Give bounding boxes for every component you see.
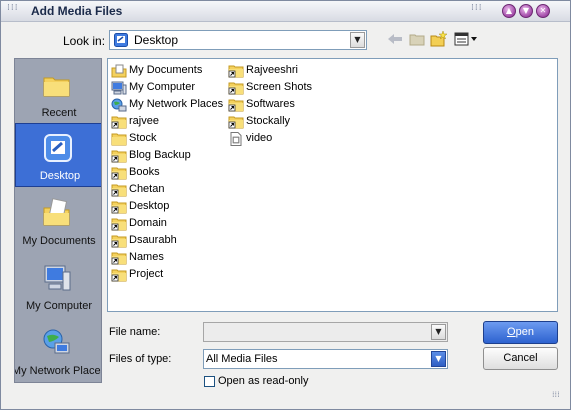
new-folder-icon xyxy=(430,30,448,47)
file-name: Desktop xyxy=(129,200,170,212)
back-arrow-icon xyxy=(388,34,402,44)
my-computer-icon xyxy=(111,81,127,95)
place-my-computer[interactable]: My Computer xyxy=(15,254,101,317)
filename-label: File name: xyxy=(109,326,161,338)
network-places-icon xyxy=(111,98,127,112)
place-label: My Computer xyxy=(25,300,93,312)
folder-shortcut-icon xyxy=(111,149,127,163)
close-button[interactable]: ✕ xyxy=(536,4,550,18)
file-name: video xyxy=(246,132,273,144)
title-bar[interactable]: ⁞⁞⁞ Add Media Files ⁞⁞⁞ ▲ ▼ ✕ xyxy=(1,1,570,22)
folder-icon xyxy=(111,132,127,146)
file-name: Screen Shots xyxy=(246,81,313,93)
my-computer-icon xyxy=(44,265,71,291)
window-title: Add Media Files xyxy=(31,4,123,18)
place-label: My Network Places xyxy=(14,365,102,377)
filename-field[interactable]: ▼ xyxy=(203,322,448,342)
filetype-label: Files of type: xyxy=(109,353,172,365)
desktop-icon xyxy=(44,134,72,162)
open-button[interactable]: Open xyxy=(483,321,558,344)
place-label: Desktop xyxy=(39,170,81,182)
up-folder-icon xyxy=(409,34,425,46)
chevron-down-icon[interactable]: ▼ xyxy=(431,324,446,340)
file-name: Softwares xyxy=(246,98,295,110)
folder-shortcut-icon xyxy=(111,217,127,231)
view-menu-icon xyxy=(454,32,477,46)
folder-shortcut-icon xyxy=(228,64,244,78)
file-name: Books xyxy=(129,166,160,178)
folder-shortcut-icon xyxy=(111,234,127,248)
place-network[interactable]: My Network Places xyxy=(14,319,102,382)
place-my-documents[interactable]: My Documents xyxy=(15,189,101,252)
file-name: rajvee xyxy=(129,115,159,127)
place-label: Recent xyxy=(41,107,77,119)
file-name: My Computer xyxy=(129,81,196,93)
view-menu-button[interactable] xyxy=(453,29,479,49)
folder-shortcut-icon xyxy=(228,115,244,129)
file-name: Project xyxy=(129,268,164,280)
file-name: Stockally xyxy=(246,115,291,127)
place-label: My Documents xyxy=(22,235,96,247)
filetype-dropdown[interactable]: All Media Files ▼ xyxy=(203,349,448,369)
title-grip-icon: ⁞⁞⁞ xyxy=(471,3,483,13)
file-list[interactable]: My Documents My Computer My Network Places… xyxy=(107,58,558,312)
help-button[interactable]: ▲ xyxy=(502,4,516,18)
back-button[interactable] xyxy=(385,29,405,49)
minimize-button[interactable]: ▼ xyxy=(519,4,533,18)
lookin-dropdown[interactable]: Desktop ▼ xyxy=(109,30,367,50)
cancel-button[interactable]: Cancel xyxy=(483,347,558,370)
my-documents-icon xyxy=(43,198,70,226)
readonly-checkbox[interactable] xyxy=(204,376,215,387)
my-documents-icon xyxy=(111,64,127,78)
folder-shortcut-icon xyxy=(111,200,127,214)
file-name: My Documents xyxy=(129,64,203,76)
folder-shortcut-icon xyxy=(228,98,244,112)
folder-shortcut-icon xyxy=(228,81,244,95)
video-file-icon xyxy=(228,132,244,146)
title-grip-icon: ⁞⁞⁞ xyxy=(7,3,19,13)
folder-shortcut-icon xyxy=(111,268,127,282)
file-name: Chetan xyxy=(129,183,165,195)
chevron-down-icon[interactable]: ▼ xyxy=(350,32,365,48)
file-name: Domain xyxy=(129,217,167,229)
readonly-label[interactable]: Open as read-only xyxy=(218,375,309,387)
desktop-icon xyxy=(114,33,128,47)
up-folder-button[interactable] xyxy=(407,29,427,49)
new-folder-button[interactable] xyxy=(429,29,449,49)
folder-shortcut-icon xyxy=(111,251,127,265)
lookin-label: Look in: xyxy=(63,34,106,48)
network-places-icon xyxy=(43,329,70,354)
file-name: Names xyxy=(129,251,164,263)
recent-folder-icon xyxy=(43,77,70,97)
folder-shortcut-icon xyxy=(111,183,127,197)
file-name: Rajveeshri xyxy=(246,64,298,76)
file-name: Dsaurabh xyxy=(129,234,177,246)
places-bar: Recent Desktop My Documents My Computer … xyxy=(14,58,102,383)
place-recent[interactable]: Recent xyxy=(15,61,101,124)
chevron-down-icon[interactable]: ▼ xyxy=(431,351,446,367)
folder-shortcut-icon xyxy=(111,166,127,180)
lookin-value: Desktop xyxy=(134,33,179,47)
file-name: My Network Places xyxy=(129,98,224,110)
folder-shortcut-icon xyxy=(111,115,127,129)
place-desktop[interactable]: Desktop xyxy=(15,123,101,187)
file-name: Blog Backup xyxy=(129,149,191,161)
add-media-files-dialog: ⁞⁞⁞ Add Media Files ⁞⁞⁞ ▲ ▼ ✕ Look in: D… xyxy=(0,0,571,410)
file-name: Stock xyxy=(129,132,157,144)
filetype-value: All Media Files xyxy=(206,353,278,365)
resize-grip-icon[interactable]: ⁞⁞⁞ xyxy=(552,391,564,403)
